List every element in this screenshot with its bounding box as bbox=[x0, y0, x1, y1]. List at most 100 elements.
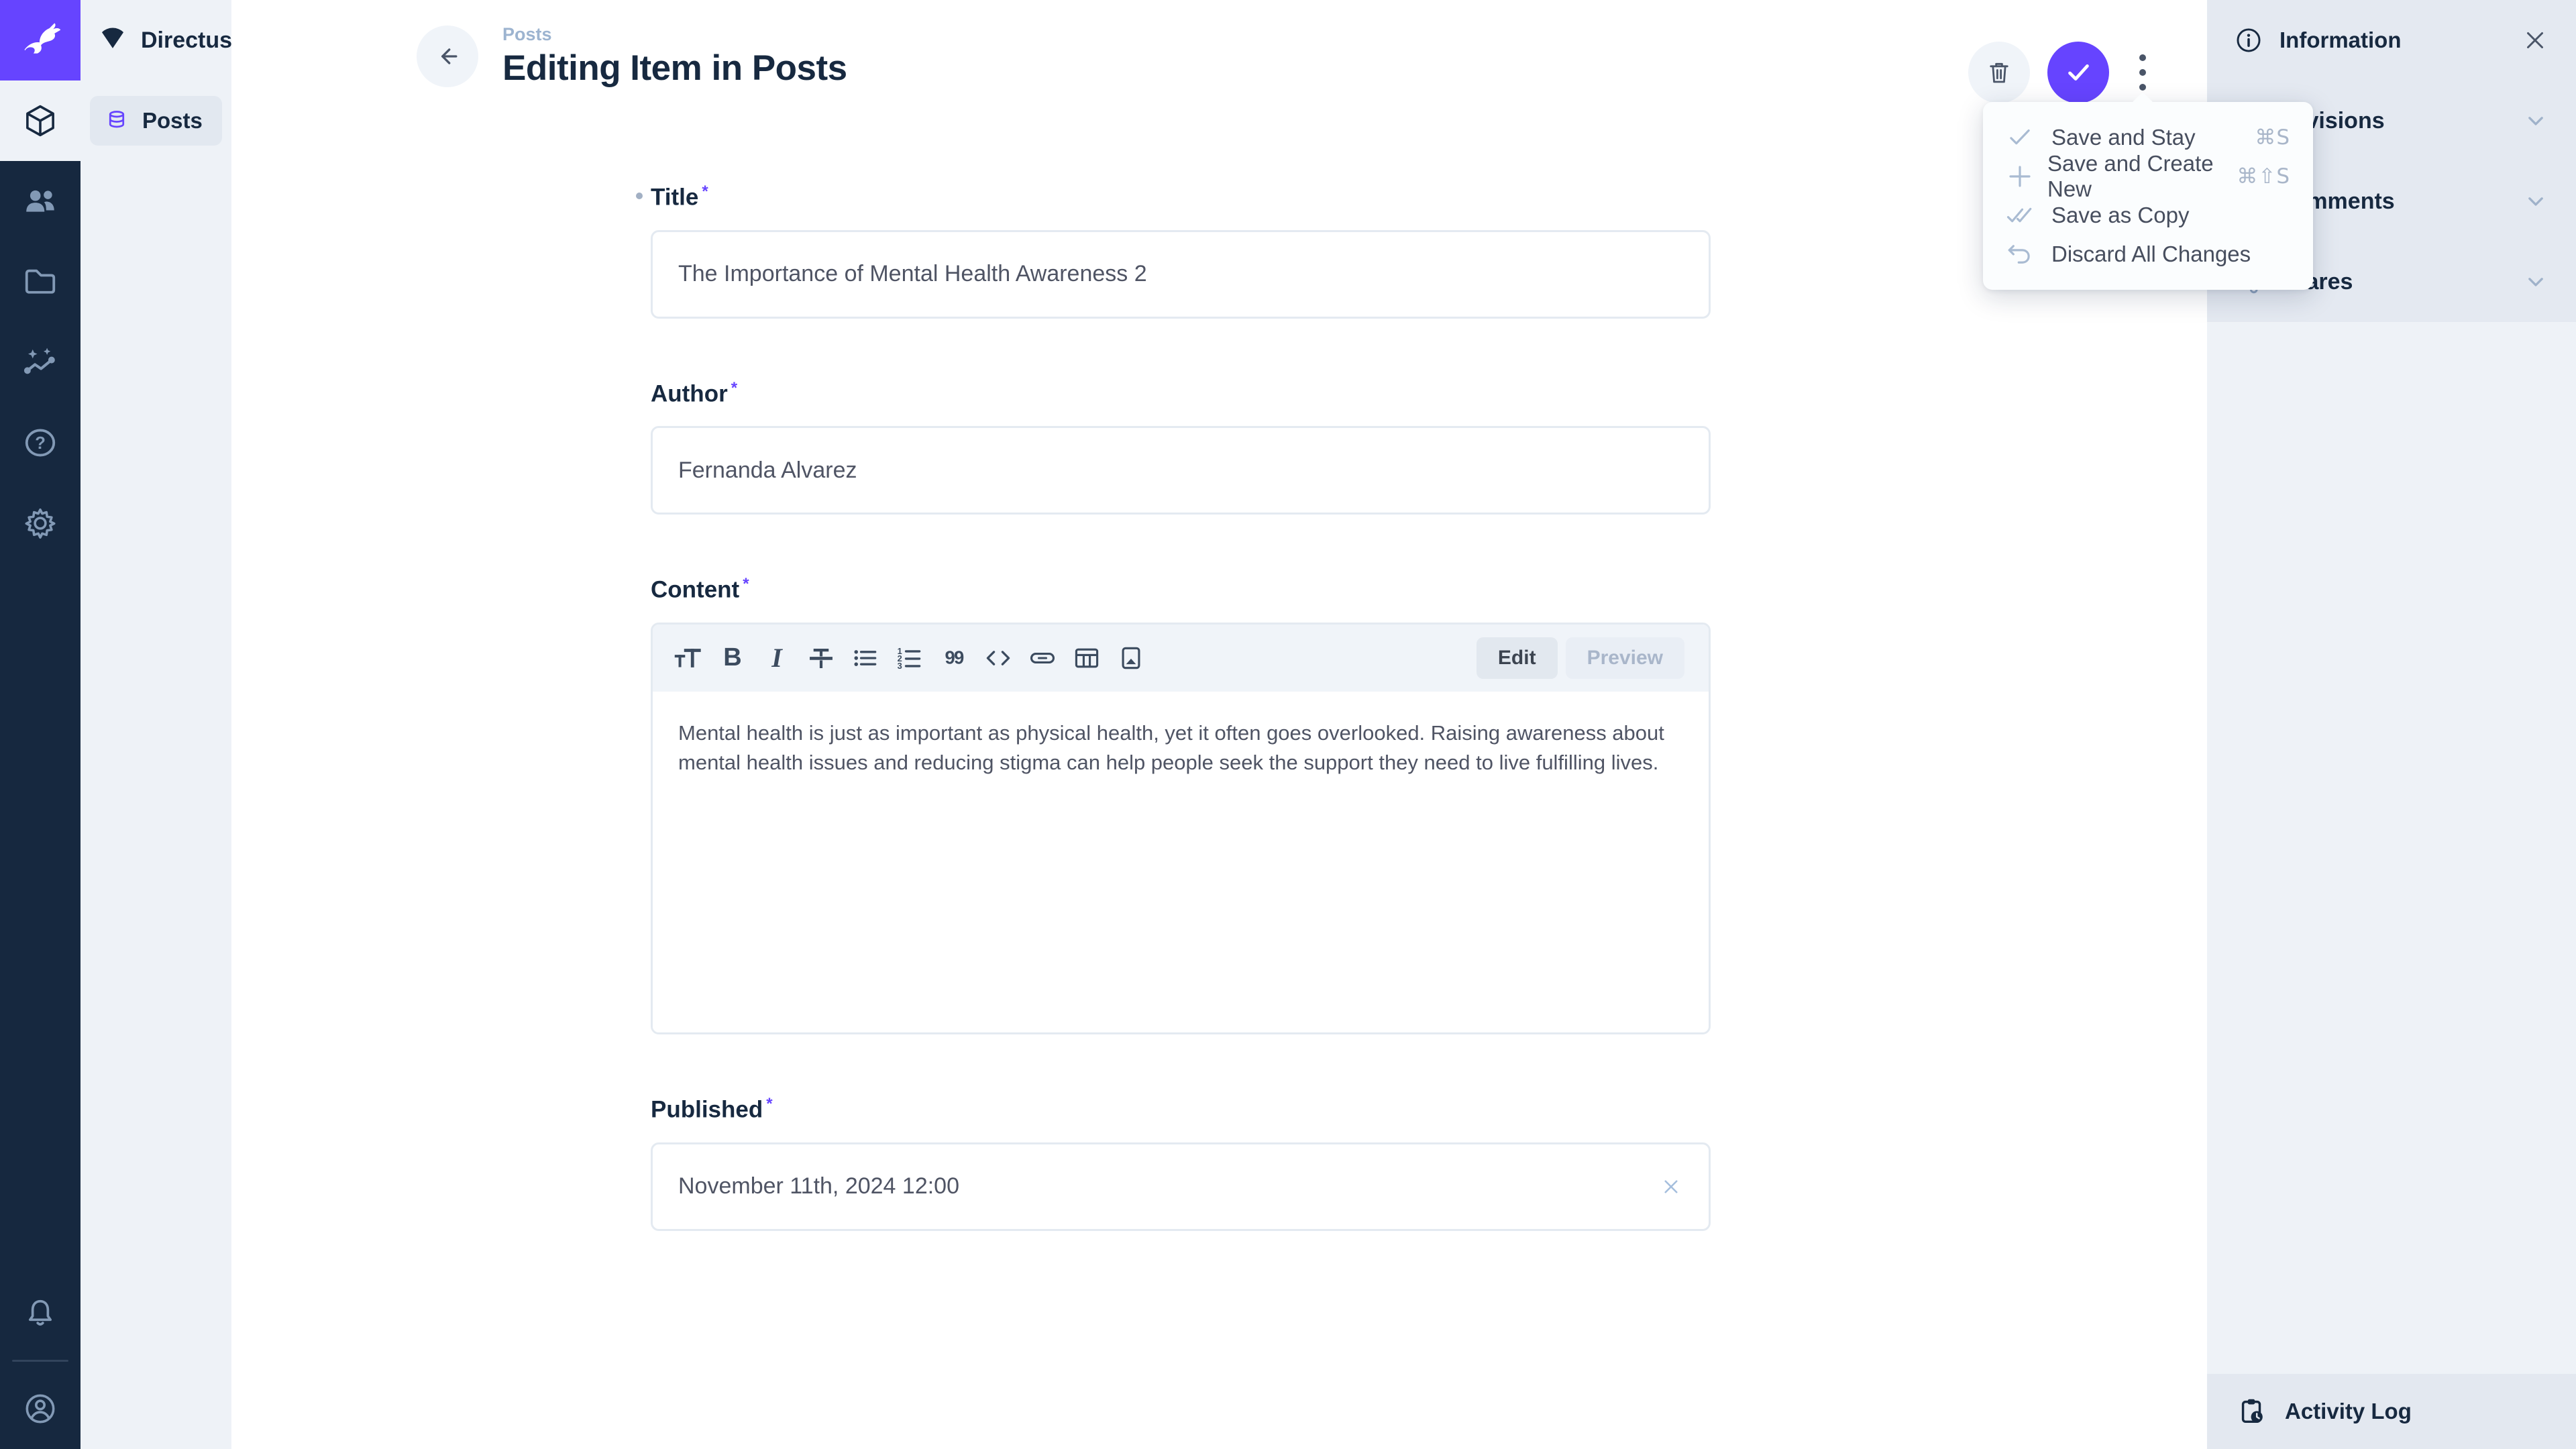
directus-logo-button[interactable] bbox=[0, 0, 80, 80]
module-bar-bottom bbox=[0, 1273, 80, 1449]
back-button[interactable] bbox=[417, 25, 478, 87]
people-icon bbox=[22, 183, 58, 219]
gear-icon bbox=[22, 505, 58, 541]
field-published-label: Published* bbox=[651, 1095, 1711, 1124]
bold-button[interactable]: B bbox=[713, 639, 752, 678]
markdown-editor: B I 123 99 bbox=[651, 623, 1711, 1034]
page-title: Editing Item in Posts bbox=[502, 48, 847, 89]
undo-icon bbox=[2006, 240, 2038, 268]
field-published: Published* November 11th, 2024 12:00 bbox=[651, 1095, 1711, 1231]
clear-date-button[interactable] bbox=[1659, 1175, 1683, 1199]
strikethrough-button[interactable] bbox=[802, 639, 841, 678]
field-title-label: Title* bbox=[651, 182, 1711, 211]
published-input[interactable]: November 11th, 2024 12:00 bbox=[651, 1142, 1711, 1231]
menu-item-discard-all-changes[interactable]: Discard All Changes bbox=[1983, 235, 2313, 274]
sidebar-header: Information bbox=[2207, 0, 2576, 80]
arrow-left-icon bbox=[433, 42, 462, 71]
module-bar-divider bbox=[12, 1360, 68, 1362]
tab-preview[interactable]: Preview bbox=[1566, 637, 1684, 679]
module-bar: ? bbox=[0, 0, 80, 1449]
project-name: Directus bbox=[141, 28, 232, 54]
required-asterisk: * bbox=[766, 1095, 772, 1113]
required-asterisk: * bbox=[731, 379, 737, 397]
module-files-button[interactable] bbox=[0, 241, 80, 322]
menu-item-save-and-create-new[interactable]: Save and Create New ⌘⇧S bbox=[1983, 157, 2313, 196]
tab-edit[interactable]: Edit bbox=[1477, 637, 1558, 679]
menu-item-shortcut: ⌘⇧S bbox=[2237, 164, 2290, 189]
field-content: Content* B I bbox=[651, 575, 1711, 1034]
account-button[interactable] bbox=[0, 1368, 80, 1449]
bell-icon bbox=[23, 1295, 58, 1330]
blockquote-button[interactable]: 99 bbox=[934, 639, 973, 678]
required-asterisk: * bbox=[743, 575, 749, 593]
activity-log-button[interactable]: Activity Log bbox=[2207, 1374, 2576, 1449]
delete-button[interactable] bbox=[1968, 42, 2030, 103]
menu-item-label: Discard All Changes bbox=[2051, 241, 2251, 267]
nav-item-label: Posts bbox=[142, 108, 203, 133]
cube-icon bbox=[22, 103, 58, 139]
person-circle-icon bbox=[22, 1391, 58, 1427]
chevron-down-icon bbox=[2522, 188, 2549, 215]
numbered-list-button[interactable]: 123 bbox=[890, 639, 929, 678]
notifications-button[interactable] bbox=[0, 1273, 80, 1353]
trash-icon bbox=[1985, 58, 2013, 87]
chevron-down-icon bbox=[2522, 268, 2549, 295]
database-icon bbox=[105, 109, 129, 133]
editor-tabs: Edit Preview bbox=[1477, 637, 1684, 679]
module-users-button[interactable] bbox=[0, 161, 80, 241]
svg-text:99: 99 bbox=[945, 647, 964, 667]
field-content-label: Content* bbox=[651, 575, 1711, 604]
svg-text:3: 3 bbox=[898, 661, 902, 671]
svg-text:?: ? bbox=[35, 434, 46, 453]
check-icon bbox=[2006, 123, 2038, 152]
menu-item-label: Save as Copy bbox=[2051, 203, 2189, 228]
bullet-list-button[interactable] bbox=[846, 639, 885, 678]
italic-button[interactable]: I bbox=[757, 639, 796, 678]
title-input[interactable]: The Importance of Mental Health Awarenes… bbox=[651, 230, 1711, 319]
title-input-value: The Importance of Mental Health Awarenes… bbox=[678, 261, 1147, 287]
save-button[interactable] bbox=[2047, 42, 2109, 103]
field-title: Title* The Importance of Mental Health A… bbox=[651, 182, 1711, 319]
project-header[interactable]: Directus bbox=[80, 0, 231, 80]
module-insights-button[interactable] bbox=[0, 322, 80, 402]
required-asterisk: * bbox=[702, 182, 708, 201]
item-form: Title* The Importance of Mental Health A… bbox=[651, 182, 1711, 1291]
field-author-label: Author* bbox=[651, 379, 1711, 408]
plus-icon bbox=[2006, 162, 2034, 191]
edited-indicator-dot bbox=[636, 193, 643, 199]
check-icon bbox=[2063, 57, 2094, 88]
double-check-icon bbox=[2006, 201, 2038, 229]
field-author: Author* Fernanda Alvarez bbox=[651, 379, 1711, 515]
help-circle-icon: ? bbox=[22, 425, 58, 461]
editor-body[interactable]: Mental health is just as important as ph… bbox=[653, 692, 1709, 1032]
insights-icon bbox=[22, 344, 58, 380]
page-header: Posts Editing Item in Posts bbox=[417, 24, 847, 89]
info-circle-icon bbox=[2234, 25, 2263, 55]
author-input-value: Fernanda Alvarez bbox=[678, 458, 857, 484]
title-block: Posts Editing Item in Posts bbox=[502, 24, 847, 89]
breadcrumb: Posts bbox=[502, 24, 847, 45]
text-size-button[interactable] bbox=[669, 639, 708, 678]
menu-item-label: Save and Create New bbox=[2047, 151, 2237, 202]
fan-logo-icon bbox=[98, 25, 127, 55]
editor-toolbar: B I 123 99 bbox=[653, 625, 1709, 692]
save-options-menu: Save and Stay ⌘S Save and Create New ⌘⇧S… bbox=[1983, 102, 2313, 290]
folder-icon bbox=[22, 264, 58, 300]
code-button[interactable] bbox=[979, 639, 1018, 678]
directus-rabbit-icon bbox=[17, 17, 63, 63]
sidebar-close-button[interactable] bbox=[2521, 26, 2549, 54]
author-input[interactable]: Fernanda Alvarez bbox=[651, 426, 1711, 515]
module-content-button[interactable] bbox=[0, 80, 80, 161]
chevron-down-icon bbox=[2522, 107, 2549, 134]
module-help-button[interactable]: ? bbox=[0, 402, 80, 483]
link-button[interactable] bbox=[1023, 639, 1062, 678]
module-settings-button[interactable] bbox=[0, 483, 80, 564]
published-input-value: November 11th, 2024 12:00 bbox=[678, 1173, 959, 1199]
menu-item-label: Save and Stay bbox=[2051, 125, 2196, 150]
sidebar-title: Information bbox=[2279, 28, 2401, 53]
activity-log-icon bbox=[2237, 1396, 2267, 1427]
image-button[interactable] bbox=[1112, 639, 1150, 678]
table-button[interactable] bbox=[1067, 639, 1106, 678]
nav-item-posts[interactable]: Posts bbox=[90, 96, 222, 146]
header-actions bbox=[1968, 42, 2159, 103]
